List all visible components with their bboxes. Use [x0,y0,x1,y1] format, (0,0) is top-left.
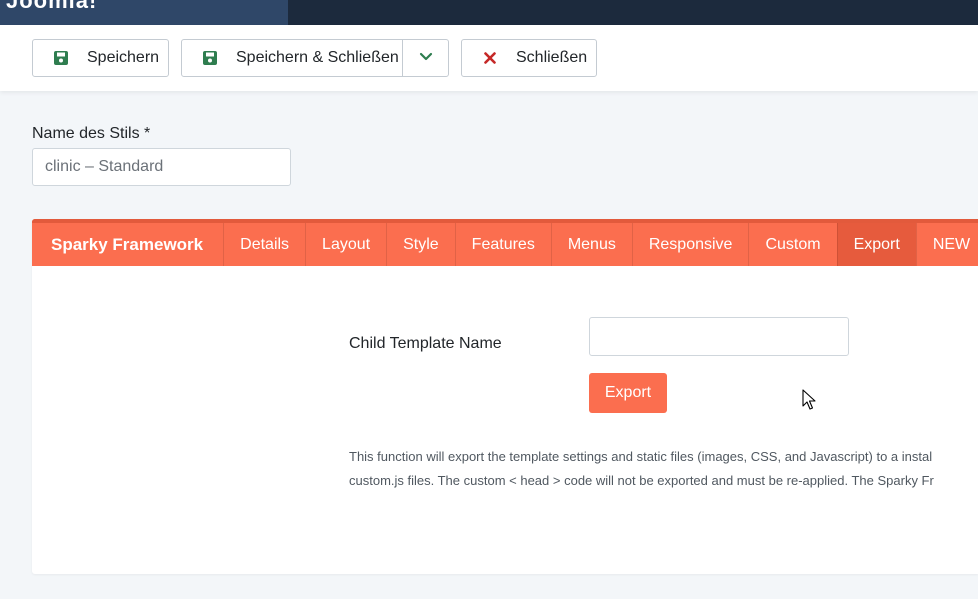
close-icon [480,48,500,68]
chevron-down-icon [419,49,433,67]
joomla-logo-text: Joomla! [6,0,98,13]
joomla-logo[interactable]: Joomla! [0,0,288,25]
tab-layout[interactable]: Layout [305,223,386,266]
tab-features[interactable]: Features [454,223,551,266]
admin-topbar: Joomla! [0,0,978,25]
export-description-line-2: custom.js files. The custom < head > cod… [349,473,934,488]
tab-export[interactable]: Export [836,223,916,266]
export-button[interactable]: Export [589,373,667,413]
tab-style[interactable]: Style [386,223,455,266]
mouse-pointer-icon [802,389,816,410]
tab-menus[interactable]: Menus [550,223,632,266]
template-options-panel: Sparky Framework Details Layout Style Fe… [32,219,978,574]
tab-details[interactable]: Details [223,223,305,266]
save-button[interactable]: Speichern [32,39,169,77]
tab-new[interactable]: NEW [915,223,978,266]
tab-responsive[interactable]: Responsive [631,223,749,266]
child-template-name-label: Child Template Name [349,335,502,352]
save-and-close-button[interactable]: Speichern & Schließen [181,39,403,77]
save-and-close-label: Speichern & Schließen [236,49,399,66]
tab-custom[interactable]: Custom [748,223,836,266]
floppy-disk-icon [200,48,220,68]
tab-bar: Sparky Framework Details Layout Style Fe… [32,219,978,266]
save-options-dropdown-button[interactable] [402,39,449,77]
export-description-line-1: This function will export the template s… [349,449,933,464]
style-name-input[interactable] [32,148,291,186]
child-template-name-input[interactable] [589,317,849,356]
close-button-label: Schließen [516,49,588,66]
style-name-label: Name des Stils * [32,125,151,142]
save-button-label: Speichern [87,49,160,66]
sparky-framework-brand: Sparky Framework [51,235,204,254]
toolbar: Speichern Speichern & Schließen Schließe… [0,25,978,91]
close-button[interactable]: Schließen [461,39,597,77]
floppy-disk-icon [51,48,71,68]
